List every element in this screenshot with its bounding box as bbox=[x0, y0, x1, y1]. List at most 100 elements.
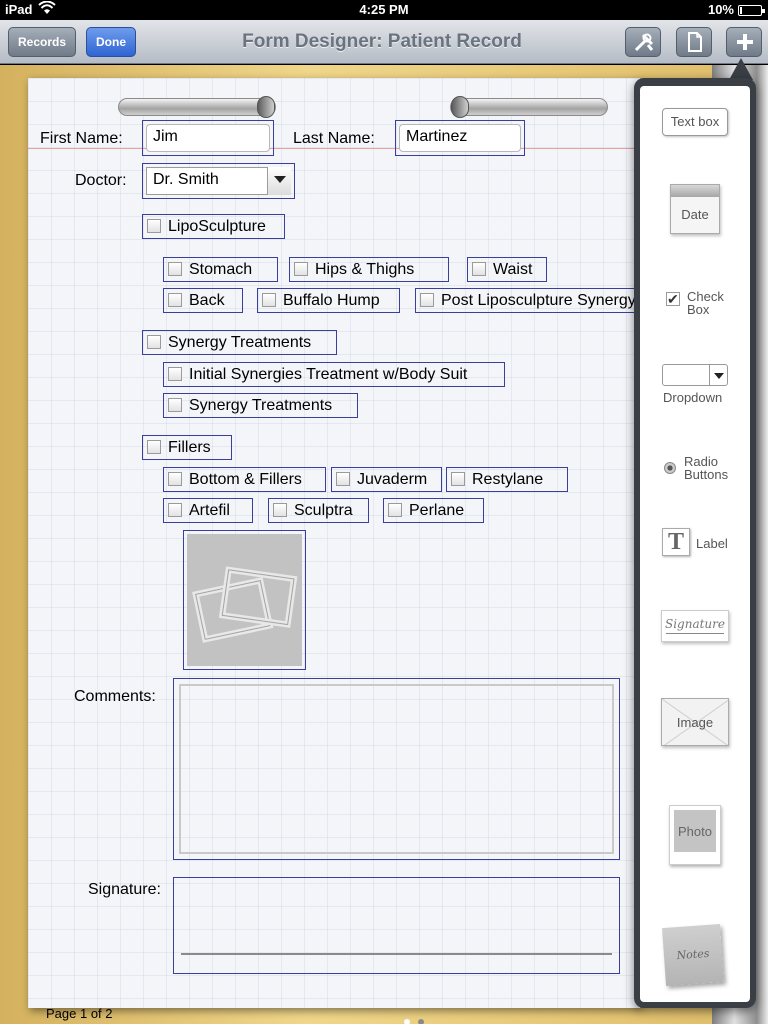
checkbox-icon[interactable] bbox=[273, 503, 287, 517]
checkbox-icon[interactable] bbox=[420, 293, 434, 307]
checkbox-label: Artefil bbox=[189, 502, 230, 519]
navigation-bar: Records Done Form Designer: Patient Reco… bbox=[0, 20, 768, 64]
signature-line bbox=[181, 953, 612, 955]
checkbox-synergy-treatments-sub[interactable]: Synergy Treatments bbox=[163, 393, 358, 418]
checkbox-label: Post Liposculpture Synergy bbox=[441, 292, 636, 309]
checkbox-label: Synergy Treatments bbox=[168, 334, 312, 351]
checkbox-icon[interactable] bbox=[168, 503, 182, 517]
binder-clip-right bbox=[450, 96, 608, 118]
page-title: Form Designer: Patient Record bbox=[242, 31, 522, 52]
checkbox-sculptra[interactable]: Sculptra bbox=[268, 498, 369, 523]
page-dots[interactable] bbox=[404, 1012, 432, 1024]
done-button[interactable]: Done bbox=[86, 27, 136, 57]
tools-button[interactable] bbox=[625, 27, 661, 57]
checkbox-restylane[interactable]: Restylane bbox=[446, 467, 568, 492]
palette-label[interactable]: T Label bbox=[662, 528, 732, 558]
last-name-label: Last Name: bbox=[293, 130, 375, 147]
checkbox-icon[interactable] bbox=[472, 262, 486, 276]
palette-photo[interactable]: Photo bbox=[669, 805, 721, 865]
checkbox-icon[interactable] bbox=[168, 398, 182, 412]
signature-field[interactable] bbox=[173, 877, 620, 974]
checkbox-label: Bottom & Fillers bbox=[189, 471, 302, 488]
first-name-field[interactable]: Jim bbox=[142, 120, 274, 156]
doctor-label: Doctor: bbox=[75, 172, 127, 189]
checkbox-icon[interactable] bbox=[294, 262, 308, 276]
page-dot-active[interactable] bbox=[404, 1019, 410, 1024]
checkbox-liposculpture[interactable]: LipoSculpture bbox=[142, 214, 285, 239]
palette-notes[interactable]: Notes bbox=[662, 924, 724, 986]
comments-inner bbox=[179, 684, 614, 854]
text-t-icon: T bbox=[662, 528, 690, 556]
checkbox-stomach[interactable]: Stomach bbox=[163, 257, 278, 282]
checkbox-label: Sculptra bbox=[294, 502, 353, 519]
checkbox-initial-synergies[interactable]: Initial Synergies Treatment w/Body Suit bbox=[163, 362, 505, 387]
checkbox-icon[interactable] bbox=[168, 472, 182, 486]
checkbox-artefil[interactable]: Artefil bbox=[163, 498, 253, 523]
doctor-dropdown[interactable]: Dr. Smith bbox=[142, 163, 295, 199]
palette-date[interactable]: Date bbox=[670, 184, 720, 234]
palette-dropdown-label: Dropdown bbox=[663, 390, 723, 405]
palette-dropdown[interactable] bbox=[662, 364, 728, 386]
photo-frames-icon bbox=[187, 534, 302, 666]
checkbox-label: Back bbox=[189, 292, 225, 309]
calendar-icon bbox=[671, 185, 719, 197]
checkbox-label: Stomach bbox=[189, 261, 253, 278]
binder-clip-left bbox=[118, 96, 276, 118]
radio-icon bbox=[664, 462, 676, 474]
checkbox-icon[interactable] bbox=[262, 293, 276, 307]
last-name-value: Martinez bbox=[399, 124, 521, 152]
add-button[interactable] bbox=[726, 27, 762, 57]
checkmark-icon: ✔ bbox=[666, 291, 680, 307]
checkbox-label: Hips & Thighs bbox=[315, 261, 415, 278]
status-bar: iPad 4:25 PM 10% bbox=[0, 0, 768, 20]
checkbox-perlane[interactable]: Perlane bbox=[383, 498, 484, 523]
checkbox-label: LipoSculpture bbox=[168, 218, 266, 235]
page-button[interactable] bbox=[676, 27, 712, 57]
palette-photo-label: Photo bbox=[678, 824, 712, 839]
checkbox-icon[interactable] bbox=[336, 472, 350, 486]
checkbox-buffalo-hump[interactable]: Buffalo Hump bbox=[257, 288, 400, 313]
page-indicator: Page 1 of 2 bbox=[46, 1006, 113, 1021]
checkbox-icon[interactable] bbox=[147, 219, 161, 233]
records-button[interactable]: Records bbox=[8, 27, 76, 57]
checkbox-fillers[interactable]: Fillers bbox=[142, 435, 232, 460]
checkbox-label: Initial Synergies Treatment w/Body Suit bbox=[189, 366, 468, 383]
battery-percent: 10% bbox=[707, 2, 734, 17]
checkbox-icon[interactable] bbox=[451, 472, 465, 486]
popover-arrow bbox=[729, 58, 753, 80]
checkbox-synergy-treatments[interactable]: Synergy Treatments bbox=[142, 330, 337, 355]
checkbox-hips-thighs[interactable]: Hips & Thighs bbox=[289, 257, 449, 282]
checkbox-icon[interactable] bbox=[168, 262, 182, 276]
chevron-down-icon bbox=[709, 365, 727, 385]
checkbox-bottom-fillers[interactable]: Bottom & Fillers bbox=[163, 467, 326, 492]
palette-radio-label: Radio Buttons bbox=[684, 454, 729, 482]
comments-textarea[interactable] bbox=[173, 678, 620, 860]
checkbox-label: Fillers bbox=[168, 439, 211, 456]
palette-date-label: Date bbox=[681, 207, 709, 222]
palette-signature[interactable]: Signature bbox=[661, 610, 729, 642]
palette-radio-buttons[interactable]: Radio Buttons bbox=[664, 455, 734, 485]
battery-icon bbox=[738, 5, 765, 16]
checkbox-icon[interactable] bbox=[168, 293, 182, 307]
checkbox-post-liposculpture[interactable]: Post Liposculpture Synergy bbox=[415, 288, 637, 313]
checkbox-icon[interactable] bbox=[147, 440, 161, 454]
checkbox-waist[interactable]: Waist bbox=[467, 257, 547, 282]
palette-label-text: Label bbox=[696, 536, 728, 551]
palette-image[interactable]: Image bbox=[661, 698, 729, 746]
checkbox-juvaderm[interactable]: Juvaderm bbox=[331, 467, 442, 492]
signature-label: Signature: bbox=[88, 881, 161, 898]
checkbox-label: Perlane bbox=[409, 502, 465, 519]
checkbox-label: Synergy Treatments bbox=[189, 397, 333, 414]
palette-check-box[interactable]: ✔ Check Box bbox=[666, 290, 736, 320]
page-dot[interactable] bbox=[418, 1019, 424, 1024]
photo-placeholder[interactable] bbox=[183, 530, 306, 670]
palette-text-box[interactable]: Text box bbox=[662, 108, 728, 136]
last-name-field[interactable]: Martinez bbox=[395, 120, 525, 156]
checkbox-label: Waist bbox=[493, 261, 533, 278]
checkbox-icon[interactable] bbox=[168, 367, 182, 381]
checkbox-icon[interactable] bbox=[388, 503, 402, 517]
checkbox-icon[interactable] bbox=[147, 335, 161, 349]
checkbox-back[interactable]: Back bbox=[163, 288, 243, 313]
comments-label: Comments: bbox=[74, 688, 156, 705]
chevron-down-icon[interactable] bbox=[267, 167, 291, 195]
